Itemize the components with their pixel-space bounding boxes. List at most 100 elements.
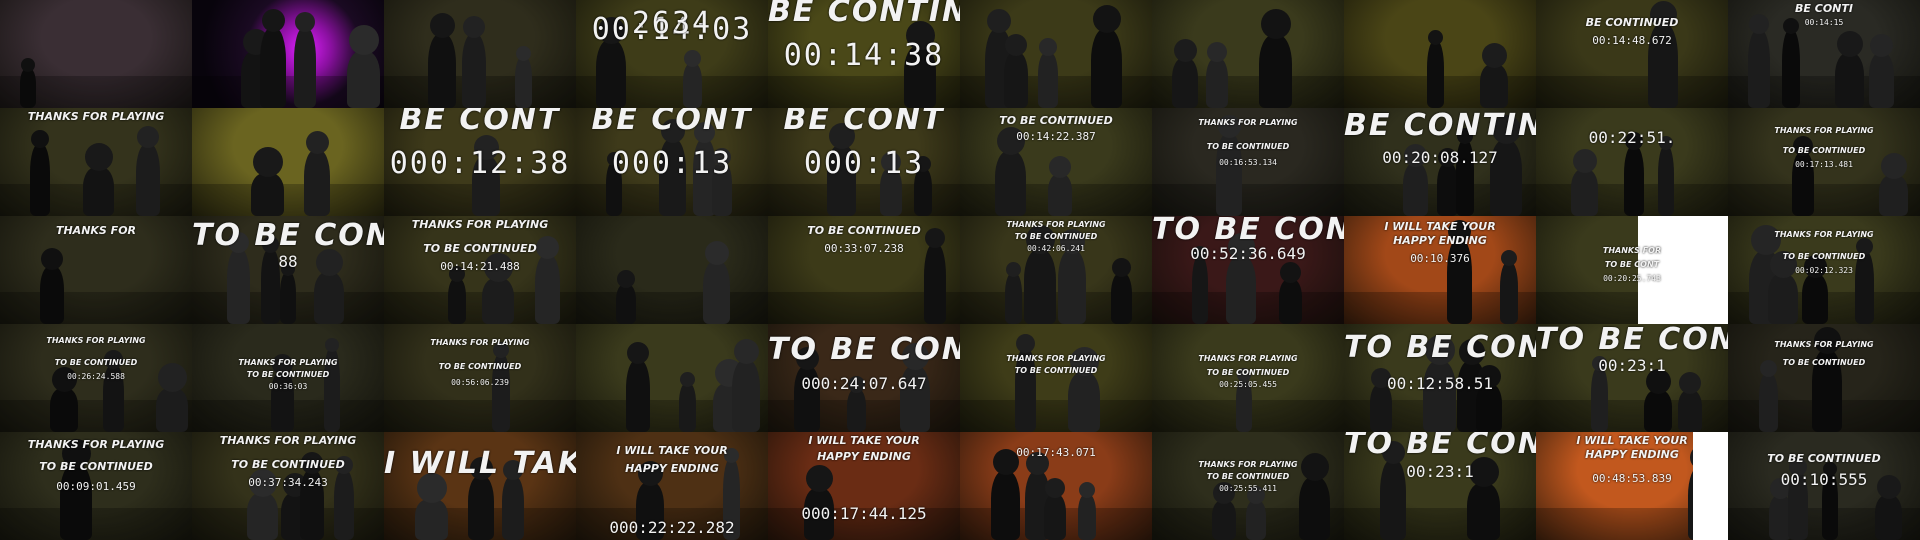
avatar-head (1173, 39, 1197, 62)
avatar-silhouette (1855, 251, 1874, 324)
overlay-caption: 00:22:51. (1588, 128, 1676, 147)
video-thumbnail: THANKS FOR PLAYING TO BE CONTINUED 00:36:0… (192, 324, 384, 432)
avatar-silhouette (251, 173, 284, 216)
avatar-head (325, 338, 339, 352)
avatar-silhouette (616, 284, 636, 324)
avatar-head (429, 13, 455, 38)
overlay-caption: 00:14:21.488 (440, 260, 520, 273)
overlay-caption: THANKS FOR PLAYING (1006, 220, 1106, 229)
avatar-silhouette (515, 57, 532, 108)
overlay-caption: TO BE CONTINUED (1014, 366, 1098, 375)
avatar-head (680, 372, 695, 387)
avatar-silhouette (679, 383, 696, 432)
video-thumbnail: BE CONT 000:13 (576, 108, 768, 216)
overlay-caption: 000:17:44.125 (801, 504, 927, 523)
room-floor (576, 291, 768, 324)
avatar-silhouette (247, 493, 278, 540)
overlay-caption: TO BE CONTINUED (1782, 252, 1866, 261)
avatar-silhouette (1259, 35, 1292, 108)
overlay-caption: 00:17:13.481 (1795, 160, 1853, 169)
avatar-silhouette (1467, 483, 1500, 540)
avatar-head (1836, 31, 1863, 57)
overlay-caption: 00:14:48.672 (1592, 34, 1672, 47)
avatar-head (21, 58, 35, 72)
avatar-head (261, 9, 285, 32)
overlay-caption: 000:24:07.647 (801, 374, 927, 393)
avatar-silhouette (1782, 30, 1800, 108)
avatar-head (295, 12, 315, 32)
overlay-caption: THANKS FOR PLAYING (1774, 126, 1874, 135)
avatar-silhouette (1038, 52, 1058, 108)
avatar-head (1049, 156, 1071, 178)
video-thumbnail: THANKS FOR PLAYING TO BE CONTINUED (1728, 324, 1920, 432)
avatar-head (1092, 5, 1121, 33)
video-thumbnail: BE CONTINUED 00:14:48.672 (1536, 0, 1728, 108)
overlay-caption: THANKS FOR PLAYING (1198, 354, 1298, 363)
avatar-silhouette (1879, 175, 1908, 216)
video-thumbnail: I WILL TAKE YOUR HAPPY ENDING 00:10.376 (1344, 216, 1536, 324)
overlay-caption: 000:12:38 (389, 146, 571, 181)
overlay-caption: 00:12:58.51 (1387, 374, 1493, 393)
avatar-silhouette (468, 476, 494, 540)
video-thumbnail: THANKS FOR PLAYING TO BE CONTINUED 00:42:0… (960, 216, 1152, 324)
avatar-silhouette (1048, 174, 1072, 216)
thumbnail-grid: 00:14:03 2634 BE CONTIN 00:14:38 BE CONTINUE… (0, 0, 1920, 540)
overlay-caption: HAPPY ENDING (625, 462, 719, 475)
avatar-head (1045, 478, 1065, 498)
overlay-caption: TO BE CONTINUED (999, 114, 1113, 127)
avatar-head (1280, 262, 1301, 283)
overlay-caption: TO BE CONTINUED (1206, 368, 1290, 377)
video-thumbnail: BE CONTIN 00:14:38 (768, 0, 960, 108)
avatar-head (31, 130, 49, 148)
video-thumbnail (960, 0, 1152, 108)
avatar-silhouette (428, 34, 456, 108)
video-thumbnail (576, 324, 768, 432)
overlay-caption: 00:02:12.323 (1795, 266, 1853, 275)
video-thumbnail: TO BE CONTINUED 00:10:555 (1728, 432, 1920, 540)
video-thumbnail: THANKS FOR PLAYING TO BE CONTINUED (960, 324, 1152, 432)
overlay-caption: 00:17:43.071 (1016, 446, 1096, 459)
avatar-silhouette (1192, 256, 1208, 324)
overlay-caption: THANKS FOR PLAYING (1198, 460, 1298, 469)
room-floor (384, 399, 576, 432)
video-thumbnail: TO BE CONTINUED 00:33:07.238 (768, 216, 960, 324)
overlay-caption: 00:48:53.839 (1592, 472, 1672, 485)
overlay-caption: I WILL TAKE YOUR (808, 434, 920, 447)
video-thumbnail (0, 0, 192, 108)
avatar-head (137, 126, 159, 148)
video-thumbnail: BE CONT 000:12:38 (384, 108, 576, 216)
avatar-silhouette (1005, 273, 1022, 324)
avatar-silhouette (415, 499, 448, 540)
avatar-silhouette (271, 371, 294, 432)
avatar-silhouette (1279, 279, 1302, 324)
video-thumbnail: I WILL TAKE YOUR HAPPY ENDING 000:22:22.28… (576, 432, 768, 540)
avatar-silhouette (1111, 273, 1132, 324)
overlay-caption: 00:23:1 (1406, 462, 1474, 481)
avatar-silhouette (1802, 274, 1828, 324)
overlay-caption: BE CONTINUED (1585, 16, 1679, 29)
avatar-head (1679, 372, 1701, 394)
overlay-caption: TO BE CONTINUED (1767, 452, 1881, 465)
overlay-caption: BE CONTINUED (1344, 108, 1536, 143)
overlay-caption: THANKS FOR PLAYING (46, 336, 146, 345)
overlay-caption: THANKS FOR PLAYING (1198, 118, 1298, 127)
video-thumbnail: I WILL TAKE YOUR HAPPY ENDING 000:17:44.12… (768, 432, 960, 540)
overlay-caption: 00:23:1 (1598, 356, 1666, 375)
overlay-caption: THANKS FOR PLAYING (411, 218, 549, 231)
overlay-caption: TO BE CONTINUED (1152, 216, 1344, 247)
overlay-caption: TO BE CONTINUED (1014, 232, 1098, 241)
overlay-caption: 00:10:555 (1780, 470, 1868, 489)
room-floor (0, 291, 192, 324)
room-floor (0, 507, 192, 540)
overlay-caption: THANKS FOR PLAYING (1774, 340, 1874, 349)
avatar-head (348, 25, 379, 55)
overlay-caption: BE CONTI (1795, 2, 1853, 15)
avatar-head (1079, 482, 1095, 498)
avatar-silhouette (626, 360, 650, 432)
room-floor (960, 399, 1152, 432)
avatar-silhouette (596, 40, 626, 108)
overlay-caption: 00:10.376 (1410, 252, 1470, 265)
overlay-caption: 00:56:06.239 (451, 378, 509, 387)
avatar-head (1481, 43, 1507, 68)
avatar-silhouette (1748, 30, 1770, 108)
